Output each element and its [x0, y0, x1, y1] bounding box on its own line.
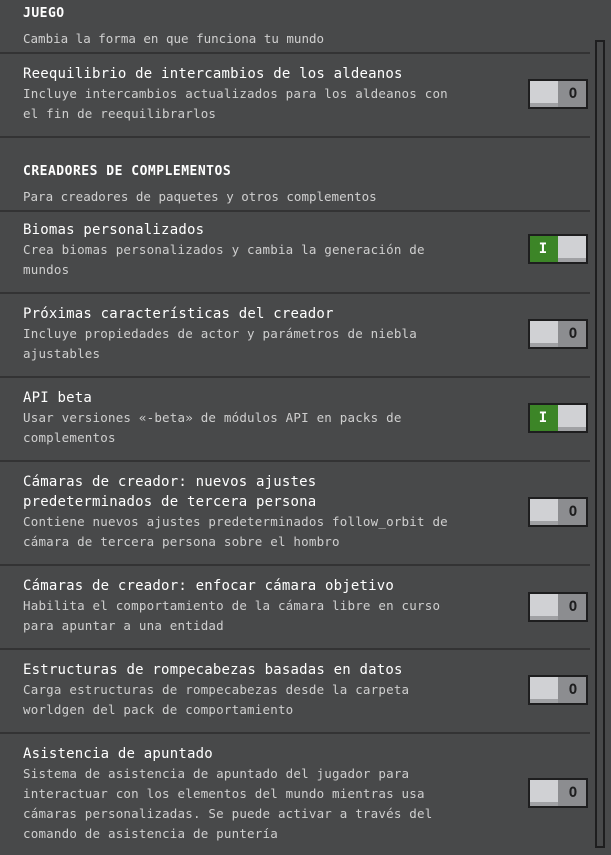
toggle-state-glyph: O — [568, 504, 578, 520]
section-title-juego: JUEGO — [23, 6, 65, 21]
setting-description: Incluye propiedades de actor y parámetro… — [23, 326, 418, 361]
toggle-knob — [530, 594, 558, 620]
setting-text: Próximas características del creador Inc… — [23, 304, 483, 364]
toggle-aim-assist[interactable]: O — [528, 778, 588, 808]
toggle-state-glyph: I — [538, 241, 548, 257]
section-header-creadores: CREADORES DE COMPLEMENTOS Para creadores… — [0, 138, 590, 212]
toggle-knob — [558, 236, 586, 262]
toggle-state-glyph: O — [568, 86, 578, 102]
toggle-state-glyph: O — [568, 326, 578, 342]
experiments-settings-panel: JUEGO Cambia la forma en que funciona tu… — [0, 0, 611, 855]
section-title-creadores: CREADORES DE COMPLEMENTOS — [23, 164, 232, 179]
toggle-knob — [530, 81, 558, 107]
setting-creator-cameras-focus-target: Cámaras de creador: enfocar cámara objet… — [0, 566, 590, 650]
setting-text: Biomas personalizados Crea biomas person… — [23, 220, 483, 280]
toggle-state-glyph: I — [538, 410, 548, 426]
toggle-knob — [530, 677, 558, 703]
setting-text: Cámaras de creador: enfocar cámara objet… — [23, 576, 483, 636]
setting-description: Crea biomas personalizados y cambia la g… — [23, 242, 425, 277]
toggle-knob — [530, 780, 558, 806]
section-description-creadores: Para creadores de paquetes y otros compl… — [23, 189, 377, 204]
toggle-knob — [530, 321, 558, 347]
setting-description: Contiene nuevos ajustes predeterminados … — [23, 514, 448, 549]
setting-villager-trade-rebalance: Reequilibrio de intercambios de los alde… — [0, 54, 590, 138]
scrollbar-thumb[interactable] — [597, 42, 603, 846]
toggle-villager-trade-rebalance[interactable]: O — [528, 79, 588, 109]
toggle-data-driven-jigsaw-structures[interactable]: O — [528, 675, 588, 705]
setting-title: Reequilibrio de intercambios de los alde… — [23, 66, 403, 82]
setting-title: Próximas características del creador — [23, 306, 334, 322]
toggle-knob — [558, 405, 586, 431]
setting-title: API beta — [23, 390, 93, 406]
toggle-knob — [530, 499, 558, 525]
section-description-juego: Cambia la forma en que funciona tu mundo — [23, 31, 325, 46]
setting-title: Biomas personalizados — [23, 222, 205, 238]
setting-description: Incluye intercambios actualizados para l… — [23, 86, 448, 121]
toggle-state-glyph: O — [568, 599, 578, 615]
section-header-juego: JUEGO Cambia la forma en que funciona tu… — [0, 0, 590, 54]
setting-beta-apis: API beta Usar versiones «-beta» de módul… — [0, 378, 590, 462]
setting-description: Usar versiones «-beta» de módulos API en… — [23, 410, 402, 445]
toggle-creator-cameras-focus-target[interactable]: O — [528, 592, 588, 622]
toggle-creator-cameras-third-person[interactable]: O — [528, 497, 588, 527]
setting-custom-biomes: Biomas personalizados Crea biomas person… — [0, 212, 590, 294]
toggle-state-glyph: O — [568, 785, 578, 801]
setting-title: Asistencia de apuntado — [23, 746, 213, 762]
toggle-upcoming-creator-features[interactable]: O — [528, 319, 588, 349]
setting-text: Asistencia de apuntado Sistema de asiste… — [23, 744, 483, 844]
toggle-custom-biomes[interactable]: I — [528, 234, 588, 264]
setting-title: Cámaras de creador: nuevos ajustes prede… — [23, 474, 317, 510]
setting-data-driven-jigsaw-structures: Estructuras de rompecabezas basadas en d… — [0, 650, 590, 734]
settings-list: JUEGO Cambia la forma en que funciona tu… — [0, 0, 590, 854]
setting-description: Sistema de asistencia de apuntado del ju… — [23, 766, 433, 841]
toggle-beta-apis[interactable]: I — [528, 403, 588, 433]
toggle-state-glyph: O — [568, 682, 578, 698]
setting-text: Cámaras de creador: nuevos ajustes prede… — [23, 472, 483, 552]
setting-description: Habilita el comportamiento de la cámara … — [23, 598, 441, 633]
setting-title: Estructuras de rompecabezas basadas en d… — [23, 662, 403, 678]
setting-creator-cameras-third-person: Cámaras de creador: nuevos ajustes prede… — [0, 462, 590, 566]
setting-description: Carga estructuras de rompecabezas desde … — [23, 682, 410, 717]
setting-text: API beta Usar versiones «-beta» de módul… — [23, 388, 483, 448]
setting-title: Cámaras de creador: enfocar cámara objet… — [23, 578, 395, 594]
setting-text: Reequilibrio de intercambios de los alde… — [23, 64, 483, 124]
setting-aim-assist: Asistencia de apuntado Sistema de asiste… — [0, 734, 590, 854]
scrollbar[interactable] — [595, 40, 605, 848]
setting-upcoming-creator-features: Próximas características del creador Inc… — [0, 294, 590, 378]
setting-text: Estructuras de rompecabezas basadas en d… — [23, 660, 483, 720]
